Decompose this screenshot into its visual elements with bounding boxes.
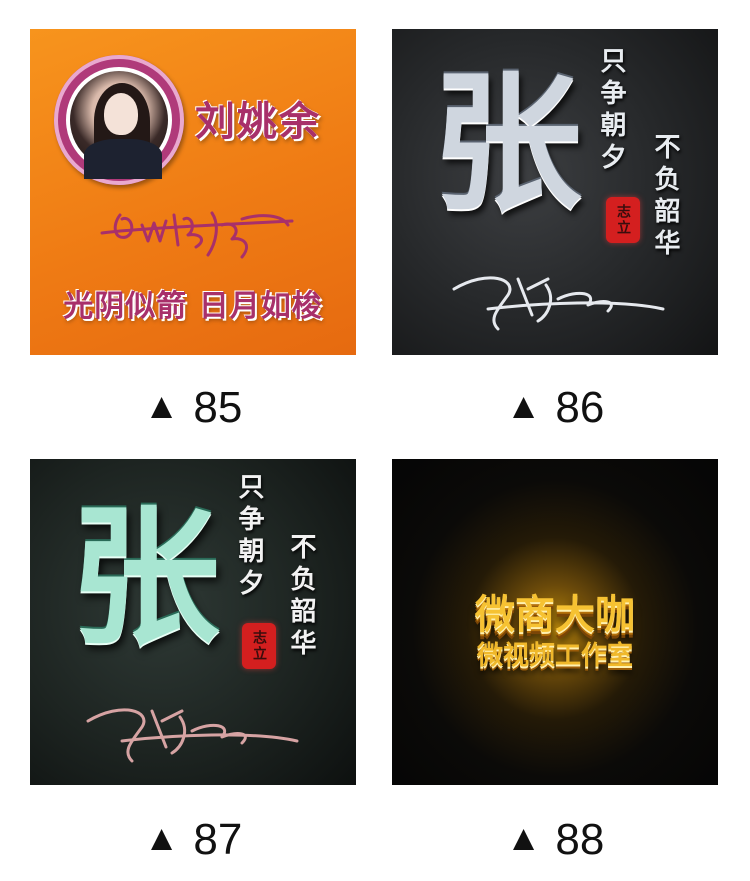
- signature-graphic: [100, 211, 294, 259]
- up-triangle-icon: ▲: [143, 385, 180, 426]
- template-thumbnail-85[interactable]: 刘姚余 光阴似箭 日月如梭: [30, 29, 356, 355]
- seal-stamp: 志立: [242, 623, 276, 669]
- verse-right: 不负韶华: [286, 533, 316, 661]
- name-text: 刘姚余: [195, 99, 321, 145]
- signature-graphic: [86, 708, 299, 763]
- slogan-text: 光阴似箭 日月如梭: [63, 289, 323, 324]
- verse-left: 只争朝夕: [596, 47, 626, 175]
- verse-right: 不负韶华: [650, 133, 680, 261]
- big-character: 张: [432, 56, 583, 232]
- title-line-2: 微视频工作室: [476, 641, 633, 671]
- avatar: [54, 55, 184, 185]
- template-thumbnail-88[interactable]: 微商大咖 微视频工作室: [392, 459, 718, 785]
- up-triangle-icon: ▲: [505, 385, 542, 426]
- signature-graphic: [452, 276, 665, 331]
- up-triangle-icon: ▲: [505, 817, 542, 858]
- caption-88: ▲ 88: [505, 815, 605, 864]
- seal-stamp: 志立: [606, 197, 640, 243]
- template-thumbnail-86[interactable]: 张 只争朝夕 不负韶华 志立: [392, 29, 718, 355]
- template-thumbnail-87[interactable]: 张 只争朝夕 不负韶华 志立: [30, 459, 356, 785]
- caption-86: ▲ 86: [505, 383, 605, 432]
- caption-85: ▲ 85: [143, 383, 243, 432]
- verse-left: 只争朝夕: [234, 473, 264, 601]
- caption-87: ▲ 87: [143, 815, 243, 864]
- big-character: 张: [70, 490, 221, 666]
- title-line-1: 微商大咖: [475, 592, 635, 638]
- up-triangle-icon: ▲: [143, 817, 180, 858]
